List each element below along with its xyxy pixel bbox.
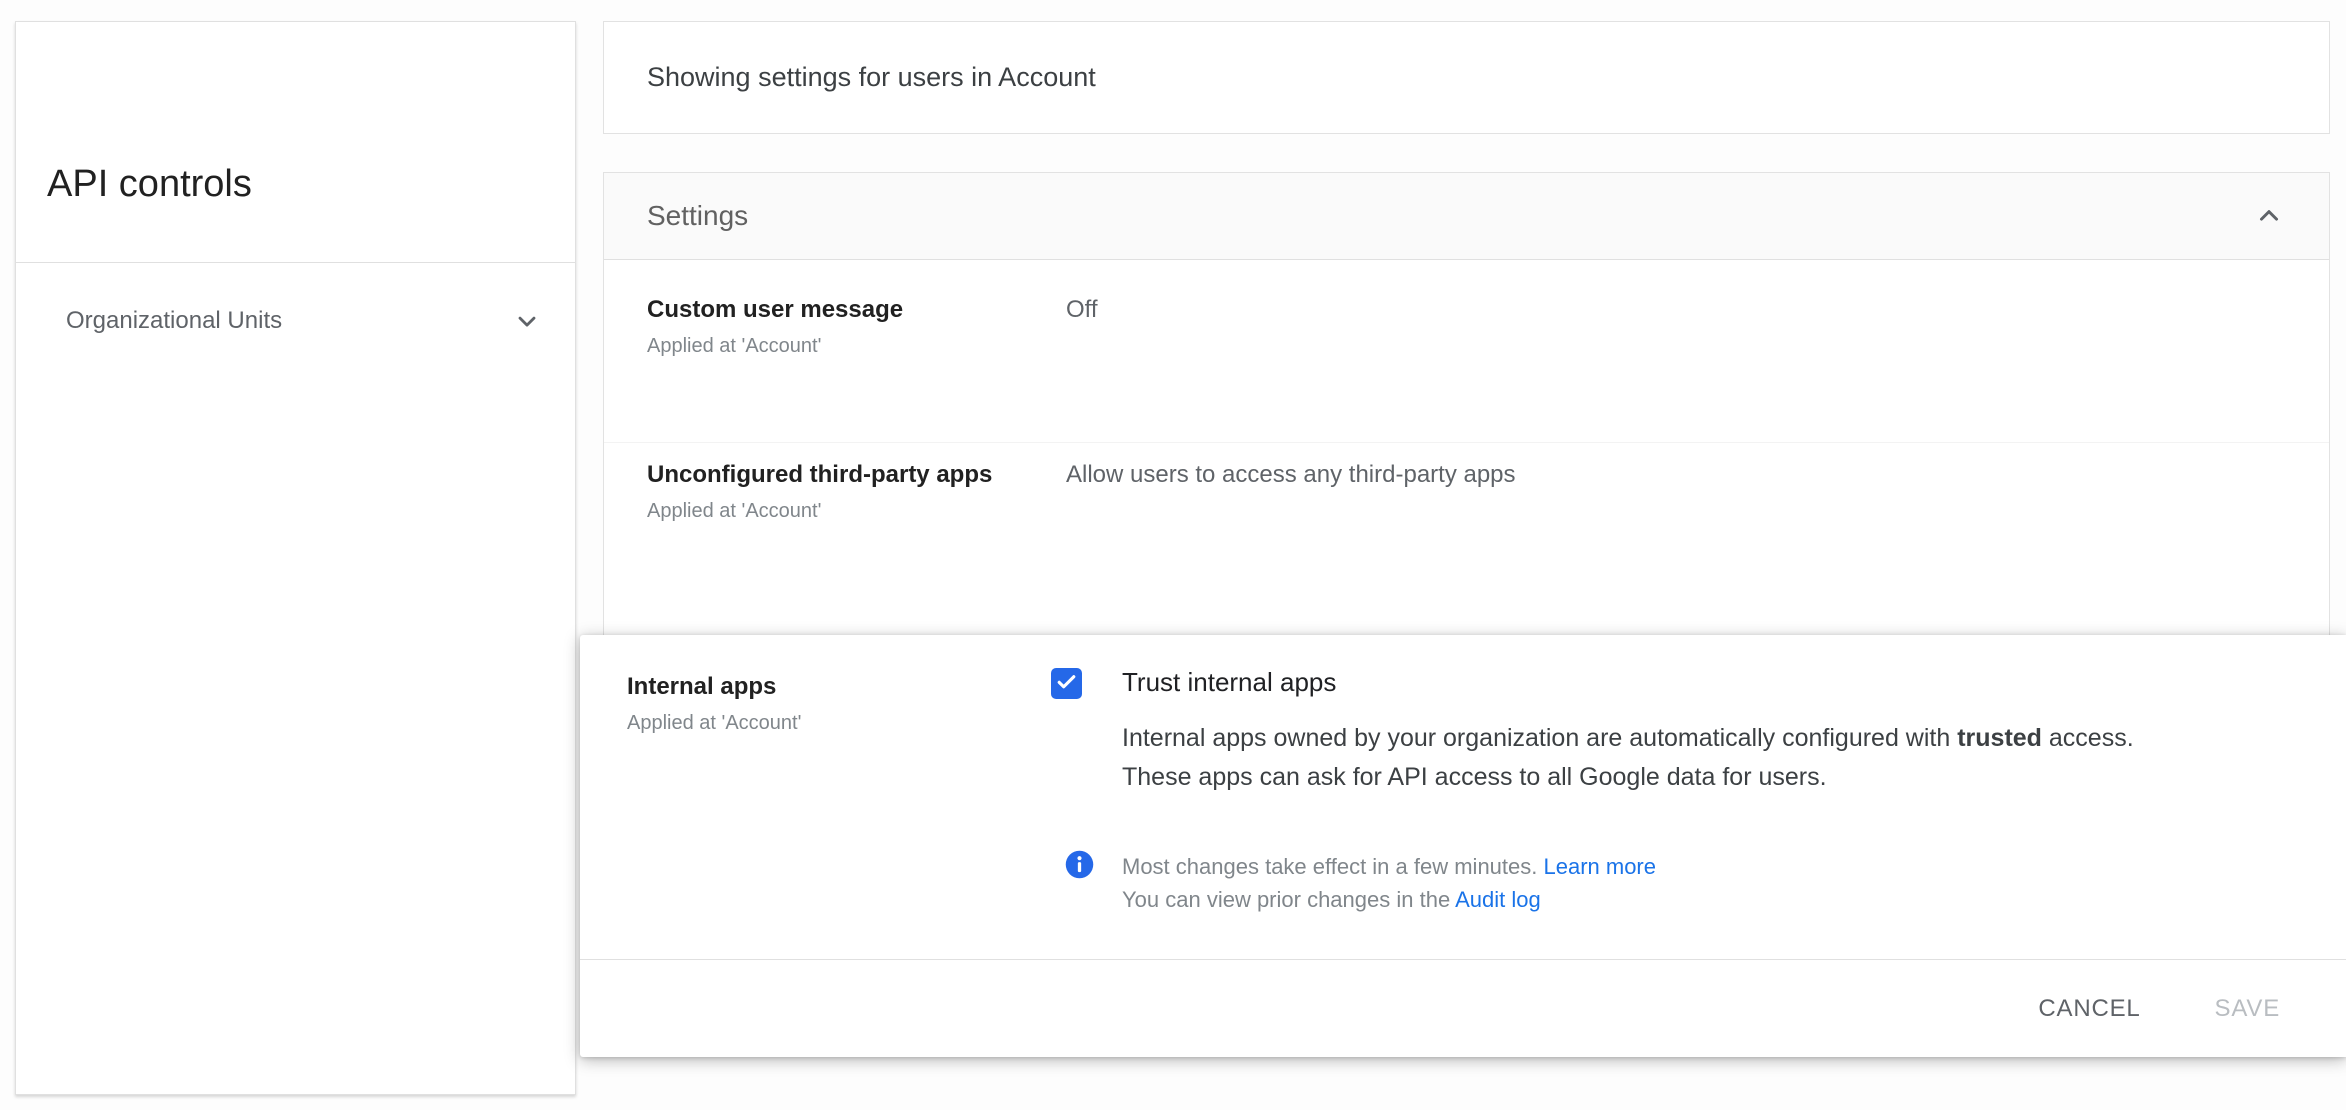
setting-row-custom-user-message[interactable]: Custom user message Applied at 'Account'… xyxy=(647,295,2289,359)
setting-row-unconfigured-third-party-apps[interactable]: Unconfigured third-party apps Applied at… xyxy=(647,460,2289,524)
sidebar: API controls Organizational Units xyxy=(15,21,576,1095)
chevron-down-icon xyxy=(513,307,541,340)
setting-applied-at: Applied at 'Account' xyxy=(647,335,822,357)
setting-value: Allow users to access any third-party ap… xyxy=(1066,461,1516,488)
setting-value: Off xyxy=(1066,296,1098,323)
trust-internal-apps-label[interactable]: Trust internal apps xyxy=(1122,665,1336,699)
api-controls-page: API controls Organizational Units Showin… xyxy=(0,0,2346,1110)
settings-section-title: Settings xyxy=(647,200,749,231)
setting-label: Custom user message xyxy=(647,296,904,323)
chevron-up-icon xyxy=(2254,201,2284,234)
info-note: Most changes take effect in a few minute… xyxy=(1122,854,1656,912)
sidebar-item-organizational-units[interactable]: Organizational Units xyxy=(16,290,575,352)
settings-card: Settings Custom user message Applied at … xyxy=(603,172,2330,642)
cancel-button[interactable]: CANCEL xyxy=(2030,985,2148,1033)
audit-log-link[interactable]: Audit log xyxy=(1455,887,1541,912)
setting-label: Internal apps xyxy=(627,673,777,700)
organizational-units-label: Organizational Units xyxy=(66,307,283,334)
trust-internal-apps-description: Internal apps owned by your organization… xyxy=(1122,724,2134,791)
divider xyxy=(604,442,2329,443)
settings-section-header: Settings xyxy=(604,173,2329,260)
scope-bar: Showing settings for users in Account xyxy=(603,21,2330,134)
page-title: API controls xyxy=(47,163,252,205)
info-icon xyxy=(1063,848,1096,881)
setting-label: Unconfigured third-party apps xyxy=(647,461,993,488)
checkmark-icon xyxy=(1054,669,1079,699)
learn-more-link[interactable]: Learn more xyxy=(1543,854,1656,879)
trust-internal-apps-checkbox[interactable] xyxy=(1051,668,1082,699)
divider xyxy=(16,262,575,263)
scope-bar-text: Showing settings for users in Account xyxy=(647,62,1096,92)
edit-panel-actions: CANCEL SAVE xyxy=(580,960,2346,1057)
internal-apps-edit-panel: Internal apps Applied at 'Account' Trust… xyxy=(580,635,2346,1057)
collapse-section-button[interactable] xyxy=(2249,197,2289,237)
setting-applied-at: Applied at 'Account' xyxy=(647,500,822,522)
save-button[interactable]: SAVE xyxy=(2207,985,2288,1033)
setting-applied-at: Applied at 'Account' xyxy=(627,712,802,734)
